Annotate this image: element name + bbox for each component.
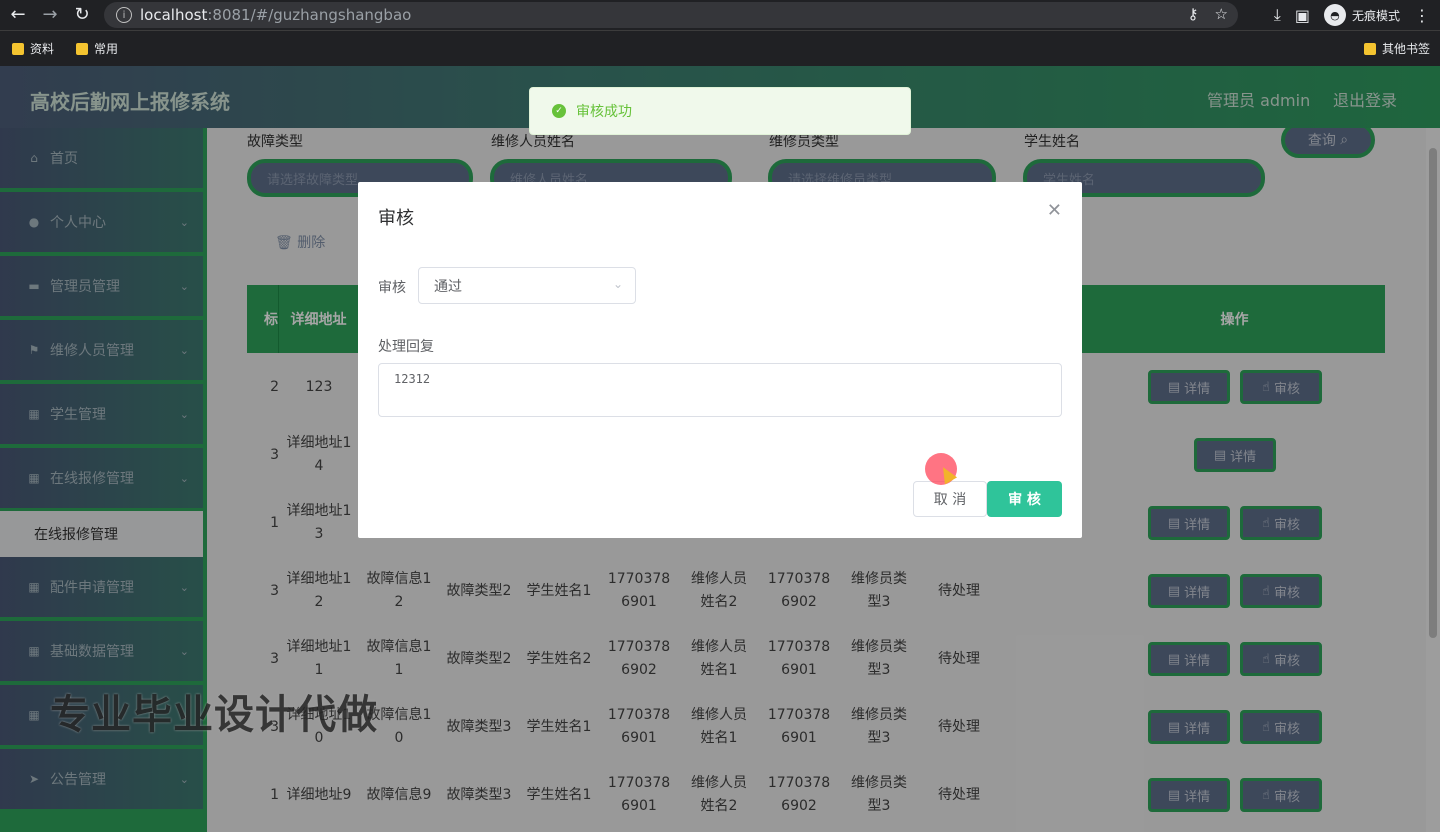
- reload-icon[interactable]: ↻: [68, 4, 96, 25]
- forward-icon[interactable]: →: [36, 4, 64, 25]
- folder-icon: [76, 42, 88, 55]
- info-icon[interactable]: i: [116, 7, 132, 23]
- sidepanel-icon[interactable]: ▣: [1295, 6, 1310, 25]
- star-icon[interactable]: ☆: [1215, 5, 1228, 23]
- incognito-label: 无痕模式: [1351, 8, 1400, 23]
- other-bookmarks[interactable]: 其他书签: [1364, 40, 1430, 57]
- bookmarks-bar: 资料 常用 其他书签: [0, 30, 1440, 66]
- address-bar[interactable]: i localhost:8081/#/guzhangshangbao ⚷ ☆: [104, 2, 1238, 28]
- back-icon[interactable]: ←: [4, 4, 32, 25]
- menu-icon[interactable]: ⋮: [1414, 6, 1430, 25]
- confirm-audit-button[interactable]: 审 核: [987, 481, 1062, 517]
- dialog-title: 审核: [378, 208, 414, 229]
- reply-textarea[interactable]: 12312: [378, 363, 1062, 417]
- cancel-button[interactable]: 取 消: [913, 481, 987, 517]
- chevron-down-icon: ⌄: [612, 277, 623, 291]
- folder-icon: [12, 42, 24, 55]
- check-circle-icon: ✓: [552, 104, 566, 118]
- toast-message: 审核成功: [576, 104, 632, 120]
- bookmark-folder[interactable]: 资料: [12, 40, 54, 57]
- incognito-icon: ◓: [1323, 4, 1346, 26]
- audit-select[interactable]: 通过 ⌄: [418, 267, 636, 304]
- incognito-badge[interactable]: ◓ 无痕模式: [1323, 4, 1400, 26]
- url-host: localhost: [140, 6, 208, 24]
- browser-toolbar: ← → ↻ i localhost:8081/#/guzhangshangbao…: [0, 0, 1440, 30]
- url-path: :8081/#/guzhangshangbao: [207, 6, 412, 24]
- reply-label: 处理回复: [378, 339, 434, 355]
- download-icon[interactable]: ⤓: [1274, 5, 1281, 25]
- audit-label: 审核: [378, 280, 406, 296]
- folder-icon: [1364, 42, 1376, 55]
- audit-dialog: 审核 ✕ 审核 通过 ⌄ 处理回复 12312 取 消 审 核: [358, 182, 1082, 538]
- success-toast: ✓ 审核成功: [529, 87, 911, 135]
- key-icon[interactable]: ⚷: [1188, 5, 1199, 23]
- close-icon[interactable]: ✕: [1047, 200, 1062, 221]
- bookmark-folder[interactable]: 常用: [76, 40, 118, 57]
